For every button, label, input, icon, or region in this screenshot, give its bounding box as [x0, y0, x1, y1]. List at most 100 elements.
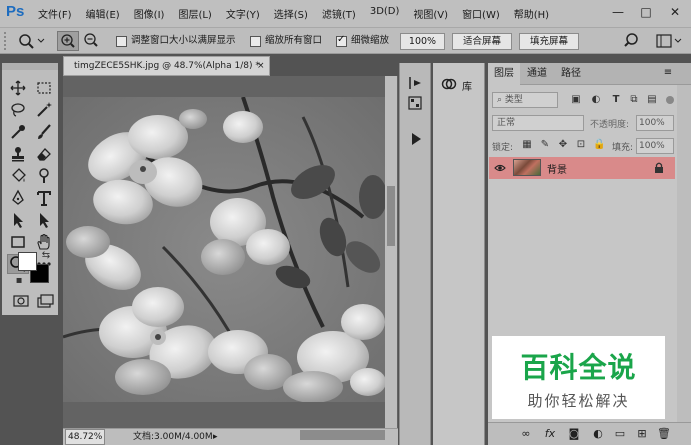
vertical-scrollbar[interactable] — [385, 76, 397, 428]
filter-pixel-icon[interactable]: ▣ — [570, 94, 582, 105]
menu-select[interactable]: 选择(S) — [274, 6, 308, 22]
properties-panel-button[interactable] — [406, 95, 426, 111]
dodge-icon — [39, 168, 49, 183]
zoom-tool-preset[interactable] — [16, 31, 46, 51]
document-tab-close[interactable]: × — [257, 57, 265, 75]
zoom-level-field[interactable]: 48.72% — [65, 429, 106, 445]
options-grip — [4, 32, 7, 50]
horizontal-scroll-thumb[interactable] — [300, 430, 385, 440]
blend-mode-dropdown[interactable]: 正常 — [492, 115, 584, 131]
fill-field[interactable]: 100% — [636, 138, 674, 154]
menu-help[interactable]: 帮助(H) — [514, 6, 549, 22]
add-mask-icon[interactable]: ◙ — [566, 426, 582, 442]
zoom-out-button[interactable] — [81, 31, 103, 51]
opacity-field[interactable]: 100% — [636, 115, 674, 131]
menu-image[interactable]: 图像(I) — [134, 6, 165, 22]
dodge-tool[interactable] — [33, 166, 55, 186]
brush-tool[interactable] — [33, 122, 55, 142]
tab-layers[interactable]: 图层 — [488, 63, 520, 85]
quick-mask-icon — [13, 295, 29, 307]
document-tab[interactable]: timgZECE5SHK.jpg @ 48.7%(Alpha 1/8) * × — [63, 56, 270, 76]
magic-wand-tool[interactable] — [33, 100, 55, 120]
stamp-tool[interactable] — [7, 144, 29, 164]
layers-scrollbar[interactable] — [677, 85, 691, 422]
cc-library-icon[interactable] — [441, 77, 457, 91]
fit-screen-button[interactable]: 适合屏幕 — [452, 33, 512, 50]
lock-position-icon[interactable]: ✥ — [557, 139, 569, 150]
close-button[interactable]: ✕ — [664, 2, 686, 22]
minimize-button[interactable]: — — [607, 2, 629, 22]
blur-tool[interactable] — [7, 166, 29, 186]
lock-transparent-icon[interactable]: ▦ — [521, 139, 533, 150]
toolbar-grip[interactable] — [2, 63, 58, 70]
visibility-eye-icon[interactable] — [494, 161, 506, 175]
menu-type[interactable]: 文字(Y) — [226, 6, 260, 22]
menu-layer[interactable]: 图层(L) — [178, 6, 211, 22]
workspace-button[interactable] — [654, 31, 684, 51]
new-group-icon[interactable]: ▭ — [612, 426, 628, 442]
move-icon — [10, 80, 26, 96]
library-label[interactable]: 库 — [462, 78, 472, 93]
hand-tool[interactable] — [33, 232, 55, 252]
pen-tool[interactable] — [7, 188, 29, 208]
move-tool[interactable] — [7, 78, 29, 98]
screen-mode-button[interactable] — [36, 294, 56, 308]
menu-3d[interactable]: 3D(D) — [370, 6, 400, 22]
document-image[interactable] — [63, 97, 385, 402]
adjustment-layer-icon[interactable]: ◐ — [590, 426, 606, 442]
lasso-tool[interactable] — [7, 100, 29, 120]
doc-info-arrow-icon[interactable]: ▸ — [213, 429, 218, 445]
history-icon — [409, 77, 421, 89]
quick-mask-button[interactable] — [12, 294, 30, 308]
tab-channels[interactable]: 通道 — [522, 63, 552, 85]
zoom-all-checkbox[interactable] — [250, 36, 261, 47]
eraser-tool[interactable] — [33, 144, 55, 164]
panel-menu-icon[interactable]: ≡ — [660, 67, 676, 81]
rectangle-tool[interactable] — [7, 232, 29, 252]
search-button[interactable] — [624, 32, 642, 50]
filter-smart-icon[interactable]: ▤ — [646, 94, 658, 105]
foreground-color-swatch[interactable] — [18, 252, 37, 271]
lock-all-icon[interactable]: 🔒 — [593, 139, 605, 150]
watermark-title: 百科全说 — [520, 351, 637, 384]
scrubby-zoom-checkbox[interactable] — [336, 34, 347, 47]
delete-layer-icon[interactable]: 🗑 — [656, 426, 672, 442]
default-colors-icon[interactable]: ▪ — [14, 275, 24, 286]
scrubby-zoom-label: 细微缩放 — [351, 35, 390, 46]
play-panel-button[interactable] — [406, 131, 426, 147]
menu-filter[interactable]: 滤镜(T) — [322, 6, 356, 22]
marquee-icon — [37, 82, 51, 94]
vertical-scroll-thumb[interactable] — [387, 186, 395, 246]
restore-button[interactable]: □ — [635, 2, 657, 22]
filter-adjustment-icon[interactable]: ◐ — [590, 94, 602, 105]
path-select-tool[interactable] — [7, 210, 29, 230]
resize-windows-checkbox[interactable] — [116, 36, 127, 47]
lock-artboard-icon[interactable]: ⊡ — [575, 139, 587, 150]
link-layers-icon[interactable]: ∞ — [518, 426, 534, 442]
layer-thumbnail — [513, 159, 541, 176]
menu-edit[interactable]: 编辑(E) — [86, 6, 120, 22]
zoom-in-button[interactable] — [57, 31, 79, 51]
layer-style-icon[interactable]: fx — [542, 426, 558, 442]
marquee-tool[interactable] — [33, 78, 55, 98]
filter-shape-icon[interactable]: ⧉ — [628, 94, 640, 105]
menu-file[interactable]: 文件(F) — [38, 6, 72, 22]
zoom-percent-field[interactable]: 100% — [400, 33, 445, 50]
menu-view[interactable]: 视图(V) — [413, 6, 448, 22]
menu-window[interactable]: 窗口(W) — [462, 6, 500, 22]
type-tool[interactable] — [33, 188, 55, 208]
filter-kind-dropdown[interactable]: ⌕ 类型 — [492, 92, 558, 108]
direct-select-tool[interactable] — [33, 210, 55, 230]
fill-screen-button[interactable]: 填充屏幕 — [519, 33, 579, 50]
tab-paths[interactable]: 路径 — [556, 63, 586, 85]
layer-row-background[interactable]: 背景 — [489, 157, 675, 179]
eyedropper-tool[interactable] — [7, 122, 29, 142]
lock-pixels-icon[interactable]: ✎ — [539, 139, 551, 150]
new-layer-icon[interactable]: ⊞ — [634, 426, 650, 442]
history-panel-button[interactable] — [406, 75, 426, 91]
filter-type-icon[interactable]: T — [610, 94, 622, 105]
swap-colors-icon[interactable]: ⇆ — [40, 250, 52, 261]
watermark-subtitle: 助你轻松解决 — [527, 392, 630, 410]
layer-name[interactable]: 背景 — [547, 161, 567, 176]
filter-toggle-icon[interactable] — [666, 96, 674, 104]
